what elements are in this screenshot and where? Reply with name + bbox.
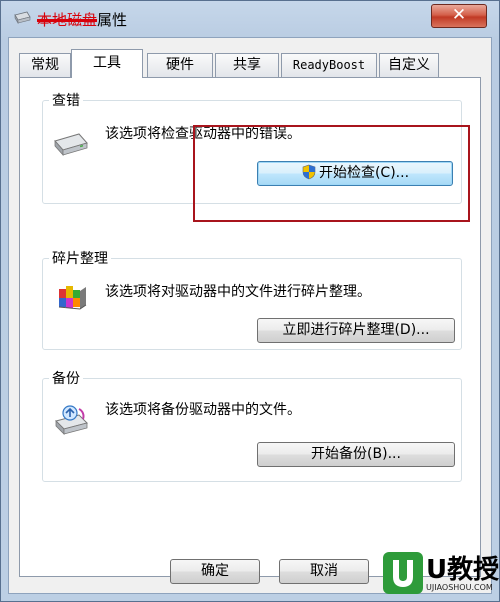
error-check-title: 查错 [49,90,83,110]
defrag-description: 该选项将对驱动器中的文件进行碎片整理。 [105,284,371,300]
watermark-brand: U教授 [426,555,500,585]
tab-general[interactable]: 常规 [19,53,71,77]
redacted-drive-name: 本地磁盘 [37,11,98,29]
title-suffix: 属性 [97,11,128,29]
window-title: 本地磁盘属性 [37,9,127,30]
highlight-annotation-box [193,125,470,222]
tab-tools[interactable]: 工具 [71,49,143,78]
hard-drive-icon [54,133,88,157]
dialog-client: 常规 工具 硬件 共享 ReadyBoost 自定义 查错 该选项将检查驱动器中… [8,37,492,594]
watermark: U教授 UJIAOSHOU.COM [376,545,499,601]
backup-group: 备份 该选项将备份驱动器中的文件。 开始备份(B)... [42,368,462,482]
backup-description: 该选项将备份驱动器中的文件。 [105,402,301,418]
cancel-button[interactable]: 取消 [279,559,369,584]
ok-button[interactable]: 确定 [170,559,260,584]
drive-icon [14,11,31,25]
title-bar[interactable]: 本地磁盘属性 ✕ [1,1,500,37]
tab-sharing[interactable]: 共享 [215,53,279,77]
defrag-title: 碎片整理 [49,248,111,268]
defrag-now-button[interactable]: 立即进行碎片整理(D)... [257,318,455,343]
watermark-url: UJIAOSHOU.COM [426,583,493,592]
properties-window: 本地磁盘属性 ✕ 常规 工具 硬件 共享 ReadyBoost 自定义 查错 该… [0,0,500,602]
watermark-logo-icon [383,552,423,594]
start-backup-button[interactable]: 开始备份(B)... [257,442,455,467]
close-button[interactable]: ✕ [431,4,487,28]
tab-hardware[interactable]: 硬件 [147,53,213,77]
tab-readyboost[interactable]: ReadyBoost [281,53,377,77]
backup-drive-icon [55,405,88,435]
defrag-group: 碎片整理 该选项将对驱动器中的文件进行碎片整理。 立即进行碎片整理(D)... [42,248,462,350]
defrag-icon [58,286,87,310]
backup-title: 备份 [49,368,83,388]
tab-customize[interactable]: 自定义 [379,53,439,77]
